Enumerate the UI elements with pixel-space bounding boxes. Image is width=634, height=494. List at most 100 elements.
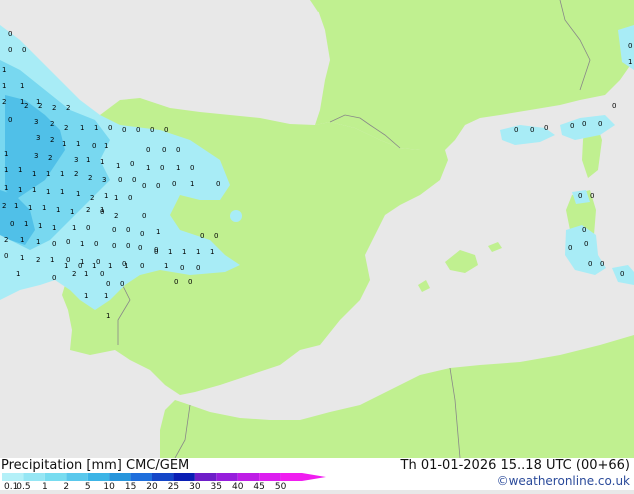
precip-value: 1 xyxy=(36,238,40,246)
credit-link[interactable]: ©weatheronline.co.uk xyxy=(497,474,630,488)
scale-swatch xyxy=(23,473,45,481)
scale-tick-label: 30 xyxy=(189,482,201,490)
precip-value: 1 xyxy=(32,170,36,178)
precip-value: 0 xyxy=(140,262,144,270)
precip-value: 1 xyxy=(104,292,108,300)
scale-tick-label: 10 xyxy=(103,482,115,490)
precip-value: 1 xyxy=(94,124,98,132)
scale-tick-label: 20 xyxy=(146,482,158,490)
precip-value: 3 xyxy=(34,152,38,160)
scale-tick-label: 40 xyxy=(232,482,244,490)
scale-tick-label: 25 xyxy=(168,482,179,490)
precip-value: 0 xyxy=(156,182,160,190)
precip-value: 0 xyxy=(112,242,116,250)
precip-value: 0 xyxy=(94,240,98,248)
precip-value: 1 xyxy=(2,82,6,90)
precip-value: 1 xyxy=(116,162,120,170)
precip-value: 2 xyxy=(2,202,6,210)
precip-value: 1 xyxy=(4,184,8,192)
precip-value: 1 xyxy=(210,248,214,256)
scale-swatch xyxy=(259,473,281,481)
precip-value: 0 xyxy=(92,142,96,150)
precip-value: 0 xyxy=(132,176,136,184)
precip-value: 0 xyxy=(600,260,604,268)
precip-value: 1 xyxy=(104,192,108,200)
scale-tick-label: 50 xyxy=(275,482,287,490)
scale-swatch xyxy=(130,473,152,481)
precip-value: 0 xyxy=(514,126,518,134)
precip-value: 1 xyxy=(18,186,22,194)
color-scale-legend: 0.1 0.5 1 2 5 10 15 20 25 30 35 40 45 50 xyxy=(0,473,330,492)
precip-value: 0 xyxy=(568,244,572,252)
precip-value: 1 xyxy=(56,206,60,214)
precip-value: 0 xyxy=(214,232,218,240)
precip-value: 0 xyxy=(216,180,220,188)
precip-value: 1 xyxy=(38,222,42,230)
scale-tick-label: 2 xyxy=(63,482,69,490)
precip-value: 2 xyxy=(50,120,54,128)
precip-value: 0 xyxy=(140,230,144,238)
precip-value: 0 xyxy=(138,244,142,252)
precip-value: 0 xyxy=(190,164,194,172)
precip-value: 1 xyxy=(60,188,64,196)
precip-value: 1 xyxy=(52,224,56,232)
precip-value: 0 xyxy=(100,208,104,216)
precip-value: 0 xyxy=(126,226,130,234)
map-canvas: 00 011 12 1 12 2 2 23 203 22 1 1 0 0 0 0 01 3 21 1 0 13 1 12 31 0… xyxy=(0,0,634,459)
precip-value: 2 xyxy=(86,206,90,214)
precip-value: 1 xyxy=(4,166,8,174)
scale-swatch xyxy=(152,473,174,481)
precip-value: 2 xyxy=(50,136,54,144)
scale-swatch xyxy=(194,473,217,481)
footer: Precipitation [mm] CMC/GEM Th 01-01-2026… xyxy=(0,458,634,492)
precip-value: 1 xyxy=(62,140,66,148)
precip-value: 0 xyxy=(136,126,140,134)
precip-value: 0 xyxy=(578,192,582,200)
precip-value: 1 xyxy=(628,58,632,66)
precip-value: 1 xyxy=(84,270,88,278)
precip-value: 0 xyxy=(130,160,134,168)
precip-value: 1 xyxy=(20,254,24,262)
precip-value: 0 xyxy=(160,164,164,172)
scale-tick-label: 0.5 xyxy=(16,482,30,490)
precip-value: 2 xyxy=(52,104,56,112)
scale-tick-label: 45 xyxy=(253,482,264,490)
precip-value: 0 xyxy=(176,146,180,154)
precip-value: 0 xyxy=(118,176,122,184)
precip-value: 3 xyxy=(36,134,40,142)
precip-value: 0 xyxy=(8,116,12,124)
precip-value: 1 xyxy=(106,312,110,320)
precip-value: 0 xyxy=(164,126,168,134)
precip-value: 0 xyxy=(142,212,146,220)
precip-value: 1 xyxy=(76,140,80,148)
precip-value: 1 xyxy=(92,262,96,270)
precip-value: 1 xyxy=(16,270,20,278)
precip-value: 0 xyxy=(146,146,150,154)
precip-value: 1 xyxy=(176,164,180,172)
precip-value: 0 xyxy=(100,270,104,278)
precip-value: 3 xyxy=(34,118,38,126)
precip-value: 1 xyxy=(104,142,108,150)
precip-value: 1 xyxy=(50,256,54,264)
precipitation-map: 0001112112222320322110000013211013112310… xyxy=(0,0,634,459)
precip-value: 0 xyxy=(598,120,602,128)
precip-value: 0 xyxy=(584,240,588,248)
precip-value: 0 xyxy=(106,280,110,288)
precip-value: 0 xyxy=(196,264,200,272)
precip-value: 0 xyxy=(8,30,12,38)
scale-swatch xyxy=(280,473,302,481)
precip-value: 1 xyxy=(20,82,24,90)
precip-value: 1 xyxy=(164,262,168,270)
precip-value: 0 xyxy=(570,122,574,130)
precip-value: 2 xyxy=(114,212,118,220)
precip-value: 1 xyxy=(108,262,112,270)
scale-arrow xyxy=(302,473,326,481)
precip-value: 0 xyxy=(112,226,116,234)
precip-value: 0 xyxy=(8,46,12,54)
precip-value: 1 xyxy=(4,150,8,158)
precip-value: 0 xyxy=(174,278,178,286)
precip-value: 0 xyxy=(180,264,184,272)
precip-value: 1 xyxy=(32,186,36,194)
precip-value: 2 xyxy=(38,102,42,110)
precip-value: 2 xyxy=(66,104,70,112)
